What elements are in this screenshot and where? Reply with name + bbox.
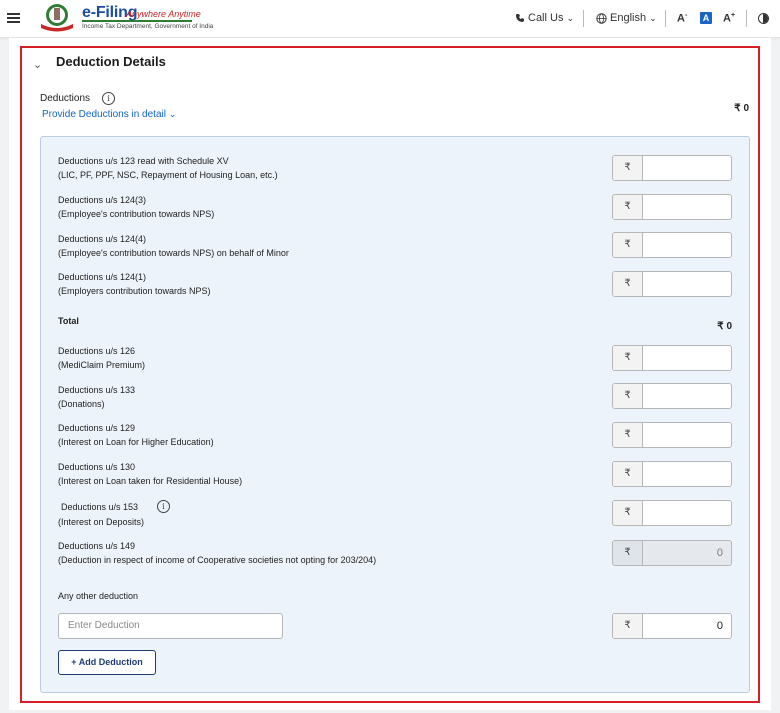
deduction-124-4-input[interactable]: ₹ [612, 232, 732, 258]
rupee-prefix: ₹ [613, 195, 643, 219]
rupee-prefix: ₹ [613, 156, 643, 180]
font-decrease-button[interactable]: A- [677, 12, 687, 25]
header-divider [665, 10, 666, 27]
language-selector[interactable]: English ⌄ [596, 12, 657, 24]
rupee-prefix: ₹ [613, 346, 643, 370]
call-us-label: Call Us [528, 12, 564, 24]
deduction-124-1-input[interactable]: ₹ [612, 271, 732, 297]
chevron-down-icon: ⌄ [168, 109, 177, 119]
amount-value [643, 501, 731, 525]
national-emblem-logo [37, 2, 77, 34]
other-deduction-name-input[interactable]: Enter Deduction [58, 613, 283, 639]
hamburger-menu-icon[interactable] [7, 13, 20, 23]
add-deduction-button[interactable]: + Add Deduction [58, 650, 156, 675]
provide-deductions-link[interactable]: Provide Deductions in detail ⌄ [42, 109, 176, 120]
rupee-prefix: ₹ [613, 233, 643, 257]
deduction-row-label: Deductions u/s 126 (MediClaim Premium) [58, 346, 146, 370]
font-normal-button[interactable]: A [700, 12, 712, 24]
logo-tagline: Anywhere Anytime [126, 9, 201, 19]
section-title[interactable]: Deduction Details [56, 54, 166, 69]
logo-subtitle: Income Tax Department, Government of Ind… [82, 23, 214, 30]
deduction-row-label: Deductions u/s 124(4) (Employee's contrib… [58, 234, 289, 258]
contrast-toggle-icon[interactable] [758, 13, 769, 24]
deduction-129-input[interactable]: ₹ [612, 422, 732, 448]
call-us-menu[interactable]: Call Us ⌄ [515, 12, 574, 24]
deduction-149-input-disabled: ₹ 0 [612, 540, 732, 566]
deduction-row-sublabel: (Interest on Deposits) [58, 517, 145, 527]
chevron-down-icon: ⌄ [649, 12, 657, 23]
font-increase-button[interactable]: A+ [723, 12, 735, 25]
amount-value [643, 423, 731, 447]
info-icon[interactable]: i [102, 92, 115, 105]
amount-value [643, 272, 731, 296]
deduction-row-label: Deductions u/s 153 [61, 502, 139, 512]
globe-icon [596, 12, 607, 24]
amount-value [643, 195, 731, 219]
amount-value [643, 384, 731, 408]
deduction-row-label: Deductions u/s 129 (Interest on Loan for … [58, 423, 214, 447]
total-label: Total [58, 316, 79, 326]
amount-value [643, 346, 731, 370]
header-divider [583, 10, 584, 27]
logo-underline [82, 20, 192, 22]
deduction-row-label: Deductions u/s 130 (Interest on Loan take… [58, 462, 243, 486]
deductions-total-value: ₹ 0 [734, 103, 749, 114]
collapse-chevron-icon[interactable]: ⌄ [33, 58, 42, 71]
deduction-row-label: Deductions u/s 133 (Donations) [58, 385, 136, 409]
amount-value [643, 462, 731, 486]
total-value: ₹ 0 [717, 321, 732, 332]
amount-value: 0 [716, 547, 723, 559]
deduction-row-label: Deductions u/s 149 (Deduction in respect … [58, 541, 377, 565]
deduction-130-input[interactable]: ₹ [612, 461, 732, 487]
rupee-prefix: ₹ [613, 423, 643, 447]
other-deduction-label: Any other deduction [58, 591, 139, 601]
deduction-row-label: Deductions u/s 123 read with Schedule XV… [58, 156, 278, 180]
deduction-124-3-input[interactable]: ₹ [612, 194, 732, 220]
rupee-prefix: ₹ [613, 384, 643, 408]
rupee-prefix: ₹ [613, 462, 643, 486]
header-divider [746, 10, 747, 27]
deduction-153-input[interactable]: ₹ [612, 500, 732, 526]
deduction-123-input[interactable]: ₹ [612, 155, 732, 181]
amount-value [643, 156, 731, 180]
info-icon[interactable]: i [157, 500, 170, 513]
chevron-down-icon: ⌄ [566, 12, 574, 23]
deductions-label: Deductions [40, 93, 91, 104]
language-label: English [610, 12, 647, 24]
amount-value [643, 233, 731, 257]
deduction-126-input[interactable]: ₹ [612, 345, 732, 371]
rupee-prefix: ₹ [613, 541, 643, 565]
rupee-prefix: ₹ [613, 501, 643, 525]
rupee-prefix: ₹ [613, 614, 643, 638]
other-deduction-amount-input[interactable]: ₹ 0 [612, 613, 732, 639]
rupee-prefix: ₹ [613, 272, 643, 296]
deduction-row-label: Deductions u/s 124(1) (Employers contribu… [58, 272, 211, 296]
deduction-133-input[interactable]: ₹ [612, 383, 732, 409]
top-header: e-Filing Anywhere Anytime Income Tax Dep… [0, 0, 780, 38]
deduction-row-label: Deductions u/s 124(3) (Employee's contrib… [58, 195, 215, 219]
phone-icon [516, 14, 524, 22]
amount-value: 0 [716, 620, 723, 632]
